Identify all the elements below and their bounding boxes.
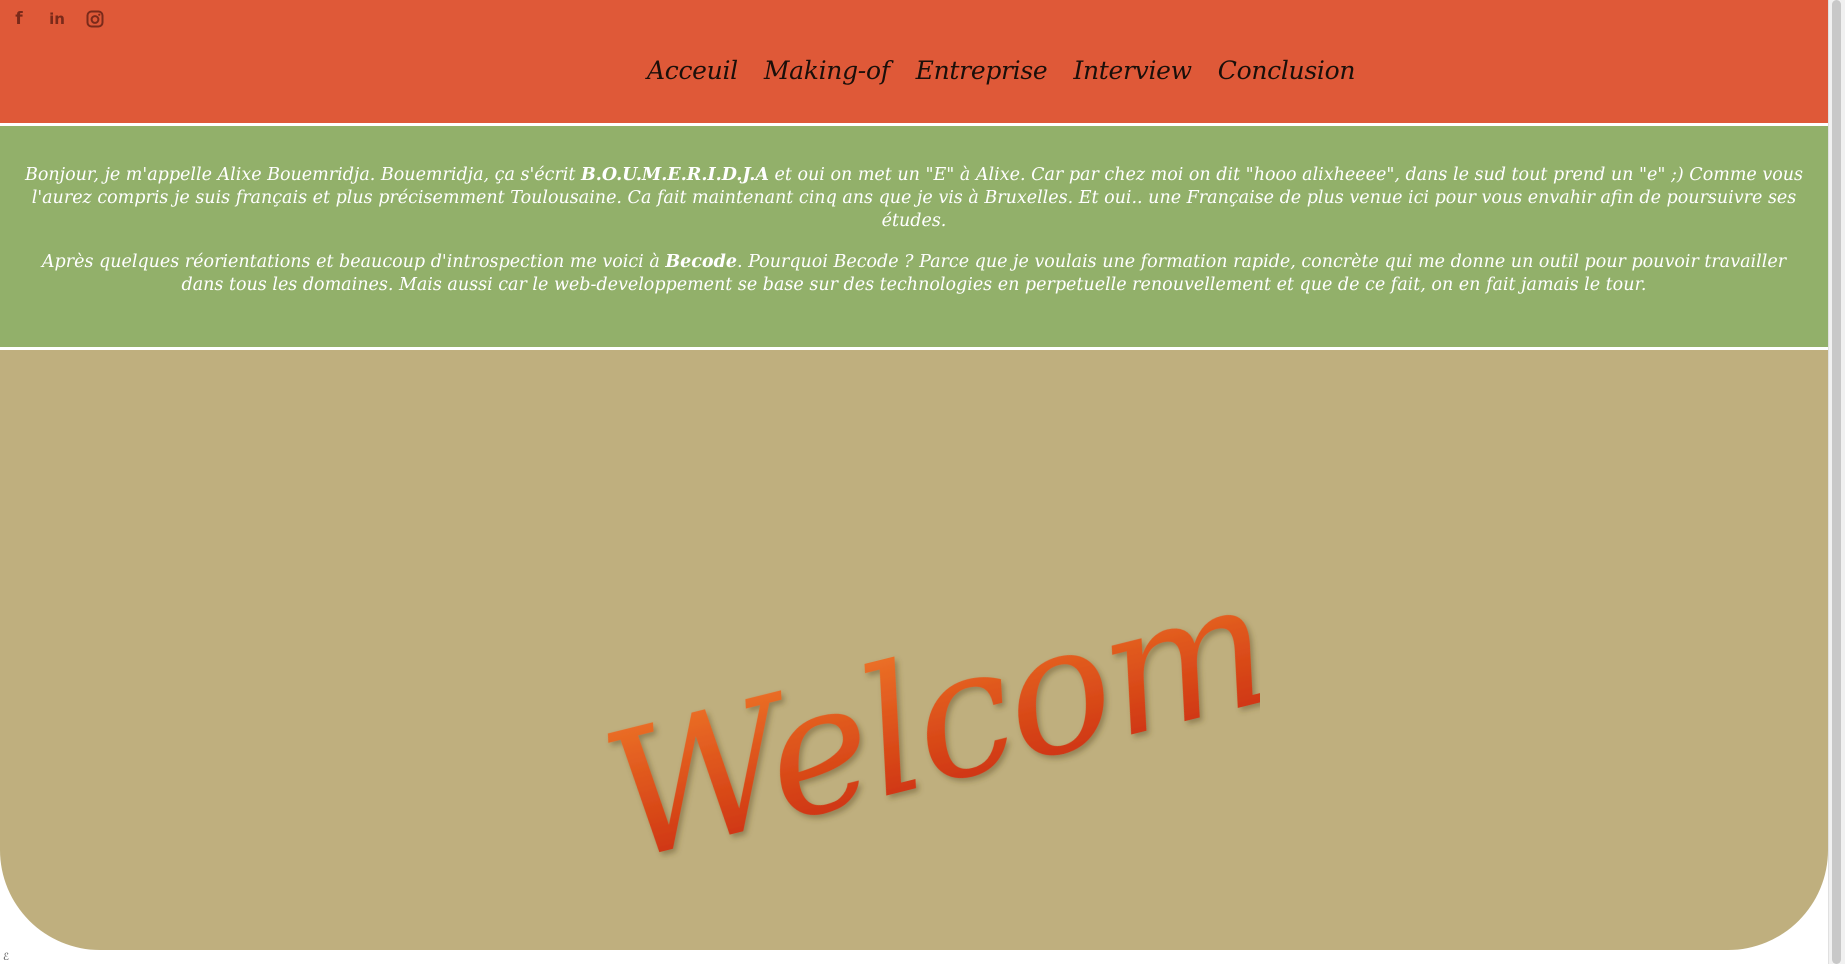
site-header: f in Acceuil Making-of Entreprise Interv… <box>0 0 1828 123</box>
main-nav: Acceuil Making-of Entreprise Interview C… <box>647 56 1355 85</box>
vertical-scrollbar[interactable] <box>1828 0 1845 964</box>
becode-name: Becode <box>665 252 737 272</box>
scrollbar-thumb[interactable] <box>1832 0 1841 964</box>
linkedin-icon[interactable]: in <box>46 8 68 30</box>
intro-text: Bonjour, je m'appelle Alixe Bouemridja. … <box>24 165 581 185</box>
nav-item-making-of[interactable]: Making-of <box>764 56 890 85</box>
name-spelling: B.O.U.M.E.R.I.D.J.A <box>580 165 769 185</box>
intro-paragraph-2: Après quelques réorientations et beaucou… <box>20 251 1808 297</box>
welcome-graphic: Welcome! <box>587 502 1260 860</box>
instagram-icon[interactable] <box>84 8 106 30</box>
facebook-icon[interactable]: f <box>8 8 30 30</box>
nav-item-entreprise[interactable]: Entreprise <box>916 56 1048 85</box>
nav-item-conclusion[interactable]: Conclusion <box>1218 56 1356 85</box>
welcome-text: Welcome! <box>587 502 1260 860</box>
social-links: f in <box>8 8 106 30</box>
intro-paragraph-1: Bonjour, je m'appelle Alixe Bouemridja. … <box>20 164 1808 233</box>
intro-section: Bonjour, je m'appelle Alixe Bouemridja. … <box>0 126 1828 347</box>
intro-text: Après quelques réorientations et beaucou… <box>41 252 666 272</box>
page: f in Acceuil Making-of Entreprise Interv… <box>0 0 1845 964</box>
nav-item-interview[interactable]: Interview <box>1073 56 1192 85</box>
resize-icon: ℰ <box>3 952 10 963</box>
nav-item-acceuil[interactable]: Acceuil <box>647 56 738 85</box>
